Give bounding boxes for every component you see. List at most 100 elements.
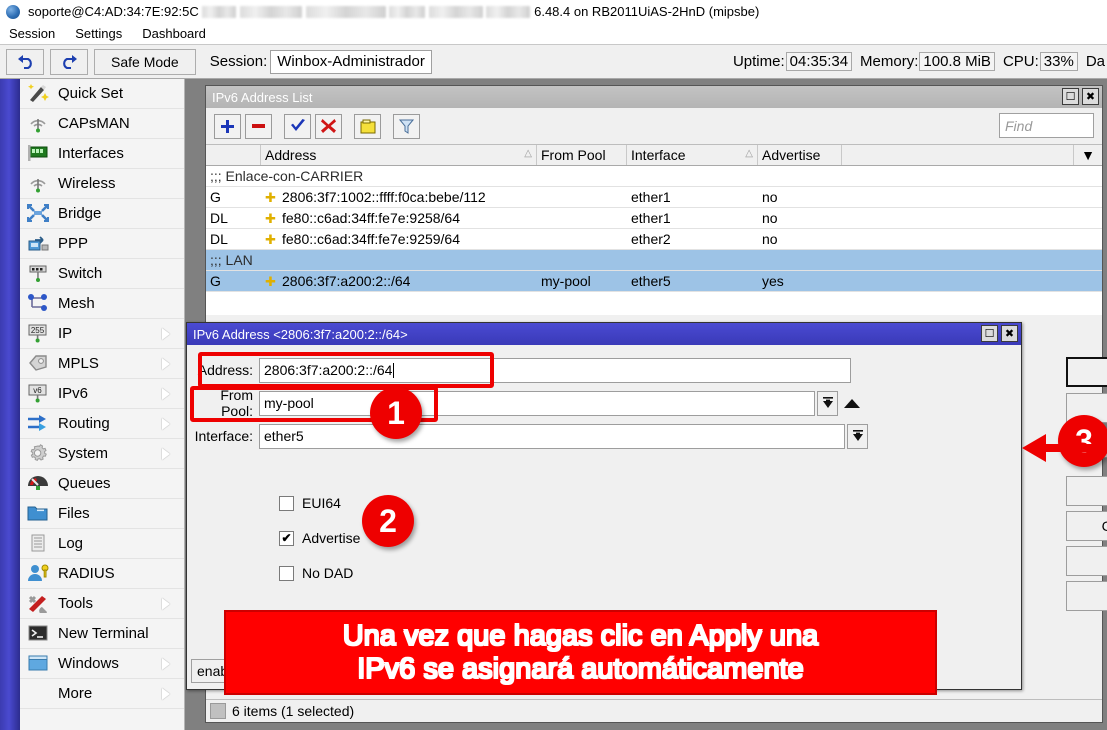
row-from-pool: my-pool [537,271,627,291]
sidebar-item-capsman[interactable]: CAPsMAN [20,109,184,139]
sidebar-item-new-terminal[interactable]: New Terminal [20,619,184,649]
row-from-pool [537,229,627,249]
safe-mode-button[interactable]: Safe Mode [94,49,196,75]
checkbox-eui64[interactable]: EUI64 [279,495,341,511]
sidebar-item-mesh[interactable]: Mesh [20,289,184,319]
from-pool-input[interactable]: my-pool [259,391,815,416]
header-address[interactable]: Address△ [261,145,537,165]
banner-line-2: IPv6 se asignará automáticamente [357,653,804,685]
enable-button[interactable] [284,114,311,139]
menu-item-dashboard[interactable]: Dashboard [139,25,209,42]
maximize-icon[interactable]: ☐ [1062,88,1079,105]
from-pool-dropdown-icon[interactable] [817,391,838,416]
sidebar-item-quick-set[interactable]: Quick Set [20,79,184,109]
bridge-icon [26,203,52,225]
sidebar-item-more[interactable]: More [20,679,184,709]
dialog-maximize-icon[interactable]: ☐ [981,325,998,342]
add-button[interactable] [214,114,241,139]
sidebar-item-switch[interactable]: Switch [20,259,184,289]
header-advertise[interactable]: Advertise [758,145,842,165]
no-dad-checkbox[interactable] [279,566,294,581]
sidebar-item-bridge[interactable]: Bridge [20,199,184,229]
table-row[interactable]: ;;; Enlace-con-CARRIER [206,166,1102,187]
interface-dropdown-icon[interactable] [847,424,868,449]
table-row[interactable]: DL✚fe80::c6ad:34ff:fe7e:9259/64ether2no [206,229,1102,250]
header-interface[interactable]: Interface△ [627,145,758,165]
dialog-title-bar: IPv6 Address <2806:3f7:a200:2::/64> ☐ ✖ [187,323,1021,345]
remove-button[interactable] [245,114,272,139]
sidebar-item-wireless[interactable]: Wireless [20,169,184,199]
row-flags: DL [206,208,261,228]
address-pin-icon: ✚ [265,233,277,246]
sidebar-item-files[interactable]: Files [20,499,184,529]
disable-button[interactable]: Disable [1066,476,1107,506]
header-spacer [842,145,1074,165]
row-interface: ether2 [627,229,758,249]
interface-input[interactable]: ether5 [259,424,845,449]
status-metrics: Uptime: 04:35:34 Memory: 100.8 MiB CPU: … [725,52,1107,71]
sidebar-item-label: Windows [58,655,119,672]
sidebar-item-radius[interactable]: RADIUS [20,559,184,589]
from-pool-row: From Pool: my-pool [187,390,907,416]
filter-button[interactable] [393,114,420,139]
mesh-icon [26,293,52,315]
sidebar-item-label: IPv6 [58,385,88,402]
from-pool-expand-icon[interactable] [844,399,860,408]
sidebar-item-ppp[interactable]: PPP [20,229,184,259]
sidebar-item-log[interactable]: Log [20,529,184,559]
table-row[interactable]: DL✚fe80::c6ad:34ff:fe7e:9258/64ether1no [206,208,1102,229]
sidebar-item-label: IP [58,325,72,342]
table-row[interactable]: ;;; LAN [206,250,1102,271]
address-pin-icon: ✚ [265,191,277,204]
svg-text:255: 255 [31,326,45,335]
menu-item-session[interactable]: Session [6,25,58,42]
menu-item-settings[interactable]: Settings [72,25,125,42]
close-icon[interactable]: ✖ [1082,88,1099,105]
remove-button[interactable]: Remove [1066,581,1107,611]
comment-button[interactable] [354,114,381,139]
undo-icon[interactable] [6,49,44,75]
list-window-title: IPv6 Address List [212,90,312,105]
sidebar-item-tools[interactable]: Tools [20,589,184,619]
sidebar-item-queues[interactable]: Queues [20,469,184,499]
sidebar-item-routing[interactable]: Routing [20,409,184,439]
ipv6-icon: v6 [26,383,52,405]
sidebar-item-windows[interactable]: Windows [20,649,184,679]
eui64-checkbox[interactable] [279,496,294,511]
comment-button[interactable]: Comment [1066,511,1107,541]
sidebar-item-system[interactable]: System [20,439,184,469]
address-input[interactable]: 2806:3f7:a200:2::/64 [259,358,851,383]
column-chooser-icon[interactable]: ▼ [1074,145,1102,165]
status-resize-handle[interactable] [210,703,226,719]
redo-icon[interactable] [50,49,88,75]
app-title-bar: soporte@C4:AD:34:7E:92:5C 6.48.4 on RB20… [0,0,1107,23]
chevron-right-icon [162,328,170,340]
annotation-banner: Una vez que hagas clic en Apply una IPv6… [224,610,937,695]
app-title-prefix: soporte@C4:AD:34:7E:92:5C [28,4,199,19]
session-input[interactable]: Winbox-Administrador [270,50,432,74]
sidebar-item-mpls[interactable]: MPLS [20,349,184,379]
table-row[interactable]: G✚2806:3f7:1002::ffff:f0ca:bebe/112ether… [206,187,1102,208]
checkbox-advertise[interactable]: ✔ Advertise [279,530,360,546]
copy-button[interactable]: Copy [1066,546,1107,576]
find-input[interactable]: Find [999,113,1094,138]
chevron-right-icon [162,688,170,700]
disable-button[interactable] [315,114,342,139]
advertise-checkbox[interactable]: ✔ [279,531,294,546]
sidebar-item-interfaces[interactable]: Interfaces [20,139,184,169]
row-flags: G [206,271,261,291]
header-flags[interactable] [206,145,261,165]
sidebar-item-label: More [58,685,92,702]
sidebar-item-ipv6[interactable]: v6 IPv6 [20,379,184,409]
dialog-close-icon[interactable]: ✖ [1001,325,1018,342]
chevron-right-icon [162,598,170,610]
header-from-pool[interactable]: From Pool [537,145,627,165]
table-row[interactable]: G✚2806:3f7:a200:2::/64my-poolether5yes [206,271,1102,292]
row-comment: ;;; Enlace-con-CARRIER [206,166,1102,186]
sidebar-item-ip[interactable]: 255 IP [20,319,184,349]
wand-icon [26,83,52,105]
ok-button[interactable]: OK [1066,357,1107,387]
list-window-title-bar: IPv6 Address List ☐ ✖ [206,86,1102,108]
uptime-value: 04:35:34 [786,52,852,71]
checkbox-no-dad[interactable]: No DAD [279,565,353,581]
